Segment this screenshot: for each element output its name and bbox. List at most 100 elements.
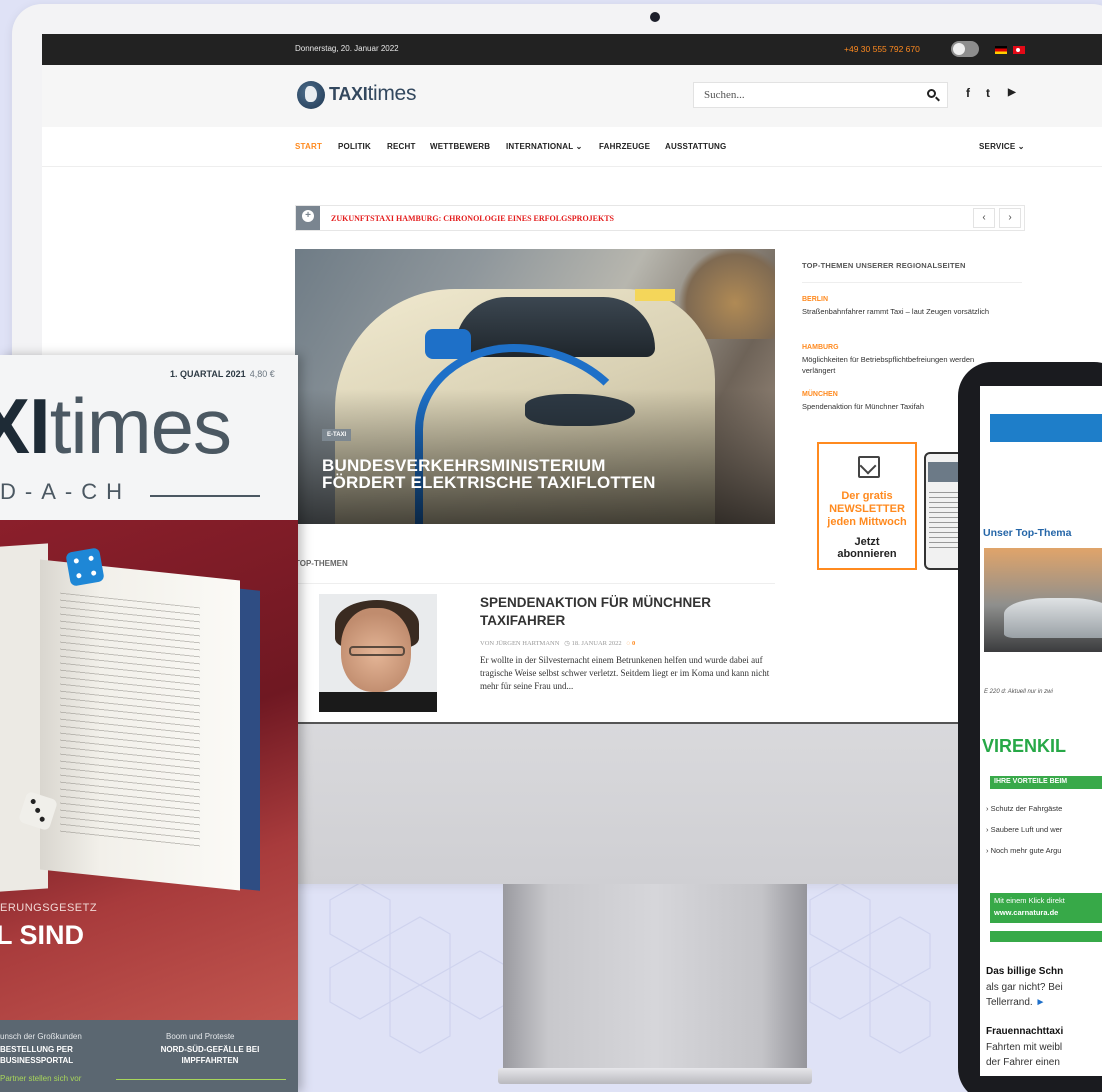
search-input[interactable] — [694, 83, 919, 107]
german-flag-icon[interactable] — [995, 46, 1007, 54]
promo-line-1: Der gratis — [841, 490, 893, 502]
tablet-news-text: Fahrten mit weibl — [986, 1042, 1063, 1053]
comment-count[interactable]: 0 — [632, 640, 635, 647]
tablet-news-title[interactable]: Das billige Schn — [986, 966, 1063, 977]
die-pip — [90, 570, 97, 576]
article-excerpt: Er wollte in der Silvesternacht einem Be… — [480, 655, 770, 691]
globe-logo-icon[interactable] — [297, 81, 325, 109]
regional-divider — [802, 282, 1022, 283]
tablet-ad-bullet: › Saubere Luft und wer — [986, 825, 1063, 834]
article-thumbnail[interactable] — [319, 594, 437, 712]
subscribe-cta[interactable]: Jetzt abonnieren — [819, 536, 915, 560]
tablet-news-text: als gar nicht? Bei — [986, 982, 1063, 993]
site-header: TAXItimes f t ▶ — [42, 65, 1102, 127]
phone-number-link[interactable]: +49 30 555 792 670 — [844, 44, 920, 54]
die-pip — [39, 816, 46, 823]
magazine-footer: unsch der Großkunden BESTELLUNG PER BUSI… — [0, 1020, 298, 1092]
tablet-device: Unser Top-Thema E 220 d: Aktuell nur in … — [958, 362, 1102, 1092]
nav-ausstattung[interactable]: AUSSTATTUNG — [665, 142, 726, 151]
tablet-car-shape — [1004, 598, 1102, 638]
tablet-news-text: der Fahrer einen — [986, 1057, 1060, 1068]
tablet-ad-link-box[interactable]: Mit einem Klick direkt www.carnatura.de — [990, 893, 1102, 923]
article-title[interactable]: SPENDENAKTION FÜR MÜNCHNER TAXIFAHRER — [480, 594, 770, 630]
tablet-top-topic-label[interactable]: Unser Top-Thema — [983, 527, 1071, 539]
magazine-kicker: ERUNGSGESETZ — [0, 902, 98, 914]
site-logo[interactable]: TAXItimes — [329, 82, 416, 106]
newsletter-promo[interactable]: Der gratis NEWSLETTER jeden Mittwoch Jet… — [817, 442, 917, 570]
magazine-subtitle: D-A-CH — [0, 479, 131, 504]
nav-fahrzeuge[interactable]: FAHRZEUGE — [599, 142, 650, 151]
regional-article-berlin[interactable]: Straßenbahnfahrer rammt Taxi – laut Zeug… — [802, 306, 997, 317]
promo-line-3: jeden Mittwoch — [827, 516, 907, 528]
tablet-news-text: Tellerrand. ► — [986, 995, 1045, 1010]
ticker-headline-link[interactable]: ZUKUNFTSTAXI HAMBURG: CHRONOLOGIE EINES … — [331, 214, 614, 223]
ticker-next-button[interactable]: › — [999, 208, 1021, 228]
footer-teaser-2-line-2: IMPFFAHRTEN — [181, 1056, 239, 1065]
nav-wettbewerb[interactable]: WETTBEWERB — [430, 142, 490, 151]
tablet-ad-green-strip — [990, 931, 1102, 942]
taxi-sign — [635, 289, 675, 301]
hero-title-line-1: BUNDESVERKEHRSMINISTERIUM — [322, 456, 606, 475]
hero-article[interactable]: E-TAXI BUNDESVERKEHRSMINISTERIUM FÖRDERT… — [295, 249, 775, 524]
article-meta: VON JÜRGEN HARTMANN ◷ 18. JANUAR 2022 ◌ … — [480, 639, 635, 647]
regional-city-berlin[interactable]: BERLIN — [802, 296, 828, 303]
article-author[interactable]: VON JÜRGEN HARTMANN — [480, 640, 559, 647]
regional-heading: TOP-THEMEN UNSERER REGIONALSEITEN — [802, 261, 966, 270]
newsletter-promo-text: Der gratis NEWSLETTER jeden Mittwoch — [819, 490, 915, 529]
nav-international[interactable]: INTERNATIONAL ⌄ — [506, 142, 583, 151]
magazine-headline: L SIND — [0, 920, 85, 950]
twitter-icon[interactable]: t — [986, 86, 990, 100]
play-arrow-icon[interactable]: ► — [1035, 997, 1045, 1008]
ticker-prev-button[interactable]: ‹ — [973, 208, 995, 228]
hero-title-line-2: FÖRDERT ELEKTRISCHE TAXIFLOTTEN — [322, 473, 656, 492]
tablet-ad-title[interactable]: VIRENKIL — [982, 736, 1066, 757]
nav-service[interactable]: SERVICE ⌄ — [979, 142, 1025, 151]
facebook-icon[interactable]: f — [966, 86, 970, 100]
footer-teaser-1-top: unsch der Großkunden — [0, 1032, 82, 1041]
magazine-title-bold: XI — [0, 382, 51, 470]
tablet-ad-vorteile: IHRE VORTEILE BEIM — [994, 778, 1068, 785]
issue-label: 1. QUARTAL 2021 — [170, 369, 246, 379]
tablet-car-photo[interactable] — [984, 548, 1102, 652]
youtube-icon[interactable]: ▶ — [1008, 87, 1016, 98]
turkish-flag-icon[interactable] — [1013, 46, 1025, 54]
nav-start[interactable]: START — [295, 142, 322, 151]
magazine-title-light: times — [49, 382, 232, 470]
cta-line-1: Jetzt — [854, 536, 880, 548]
news-ticker: ZUKUNFTSTAXI HAMBURG: CHRONOLOGIE EINES … — [295, 205, 1025, 231]
tablet-ad-green-bar: IHRE VORTEILE BEIM — [990, 776, 1102, 789]
cta-line-2: abonnieren — [837, 548, 897, 560]
search-icon[interactable] — [927, 89, 936, 98]
tablet-ad-url[interactable]: www.carnatura.de — [994, 908, 1058, 917]
regional-city-muenchen[interactable]: MÜNCHEN — [802, 391, 838, 398]
nav-politik[interactable]: POLITIK — [338, 142, 371, 151]
logo-bold: TAXI — [329, 84, 368, 104]
main-navigation: START POLITIK RECHT WETTBEWERB INTERNATI… — [42, 127, 1102, 167]
hero-title[interactable]: BUNDESVERKEHRSMINISTERIUM FÖRDERT ELEKTR… — [322, 457, 762, 491]
regional-city-hamburg[interactable]: HAMBURG — [802, 344, 839, 351]
die-pip — [73, 558, 80, 564]
promo-line-2: NEWSLETTER — [829, 503, 905, 515]
die-pip — [34, 807, 41, 814]
die-pip — [76, 572, 82, 579]
magazine-issue: 1. QUARTAL 2021 4,80 € — [170, 369, 275, 379]
nav-recht[interactable]: RECHT — [387, 142, 416, 151]
footer-teaser-1-line-1: BESTELLUNG PER — [0, 1045, 73, 1054]
clock-icon: ◷ — [564, 640, 570, 647]
hero-category-badge[interactable]: E-TAXI — [322, 429, 352, 441]
footer-teaser-1-line-2: BUSINESSPORTAL — [0, 1056, 74, 1065]
blue-die — [65, 547, 105, 587]
tablet-blue-banner — [990, 414, 1102, 442]
dark-mode-toggle[interactable] — [951, 41, 979, 57]
magazine-subtitle-rule — [150, 495, 260, 497]
magazine-cover: 1. QUARTAL 2021 4,80 € XItimes D-A-CH ERU… — [0, 355, 298, 1092]
tablet-ad-click-text: Mit einem Klick direkt — [994, 896, 1065, 905]
tablet-news-title[interactable]: Frauennachttaxi — [986, 1026, 1063, 1037]
die-pip — [88, 555, 94, 562]
portrait-glasses — [349, 646, 405, 656]
footer-green-rule — [116, 1079, 286, 1080]
charging-plug — [425, 329, 471, 359]
tablet-screen: Unser Top-Thema E 220 d: Aktuell nur in … — [980, 386, 1102, 1076]
monitor-stand — [503, 884, 807, 1074]
footer-teaser-2-top: Boom und Proteste — [166, 1032, 235, 1041]
